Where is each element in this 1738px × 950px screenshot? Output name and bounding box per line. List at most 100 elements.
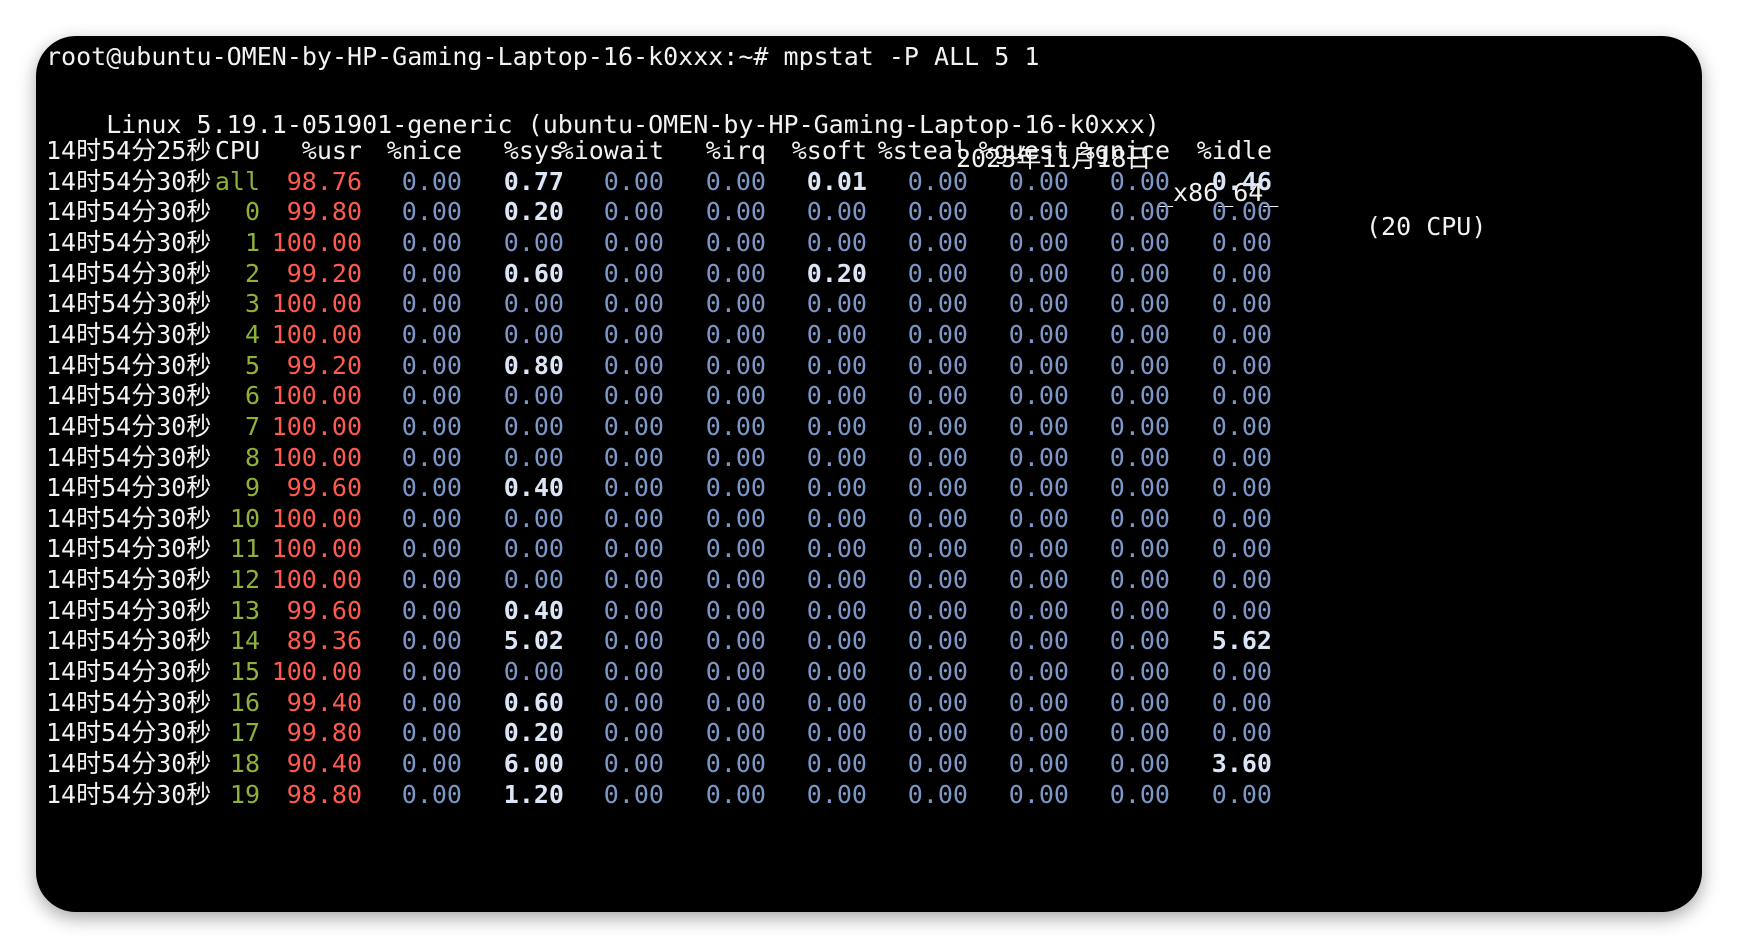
cell-irq: 0.00 bbox=[705, 595, 766, 625]
cell-soft: 0.00 bbox=[806, 411, 867, 441]
cell-steal: 0.00 bbox=[907, 442, 968, 472]
table-row: 14时54分30秒 18 90.40 0.00 6.00 0.00 0.00 0.00 0.00… bbox=[36, 747, 1636, 781]
cell-gnice: 0.00 bbox=[1109, 381, 1170, 411]
cell-idle: 3.60 bbox=[1211, 749, 1272, 778]
cell-iowait: 0.00 bbox=[603, 749, 664, 778]
cell-nice: 0.00 bbox=[401, 411, 462, 441]
cell-soft: 0.00 bbox=[806, 779, 867, 809]
cell-idle: 0.00 bbox=[1211, 687, 1272, 717]
cell-iowait: 0.00 bbox=[603, 595, 664, 625]
cell-usr: 99.60 bbox=[286, 595, 362, 625]
cell-guest: 0.00 bbox=[1008, 565, 1069, 595]
cell-steal: 0.00 bbox=[907, 595, 968, 625]
cell-usr: 89.36 bbox=[286, 626, 362, 656]
cell-soft: 0.00 bbox=[806, 749, 867, 778]
cell-guest: 0.00 bbox=[1008, 350, 1069, 380]
table-row: 14时54分30秒 7 100.00 0.00 0.00 0.00 0.00 0.00 0.00… bbox=[36, 410, 1636, 444]
cell-iowait: 0.00 bbox=[603, 534, 664, 564]
cell-iowait: 0.00 bbox=[603, 626, 664, 656]
table-header-nice: %nice bbox=[386, 136, 462, 165]
cell-cpu: 8 bbox=[244, 442, 260, 472]
cell-soft: 0.00 bbox=[806, 626, 867, 656]
cell-irq: 0.00 bbox=[705, 227, 766, 257]
cell-gnice: 0.00 bbox=[1109, 350, 1170, 380]
cell-cpu: 6 bbox=[244, 381, 260, 411]
cell-guest: 0.00 bbox=[1008, 503, 1069, 533]
cell-nice: 0.00 bbox=[401, 442, 462, 472]
cell-usr: 100.00 bbox=[271, 442, 362, 472]
table-header-soft: %soft bbox=[791, 136, 867, 165]
cell-idle: 0.00 bbox=[1211, 503, 1272, 533]
cell-cpu: 9 bbox=[244, 473, 260, 503]
cell-nice: 0.00 bbox=[401, 473, 462, 503]
cell-guest: 0.00 bbox=[1008, 319, 1069, 349]
cell-iowait: 0.00 bbox=[603, 227, 664, 257]
table-header-steal: %steal bbox=[877, 136, 968, 165]
cell-nice: 0.00 bbox=[401, 657, 462, 687]
cell-nice: 0.00 bbox=[401, 319, 462, 349]
cell-idle: 0.00 bbox=[1211, 473, 1272, 503]
cell-nice: 0.00 bbox=[401, 565, 462, 595]
cell-iowait: 0.00 bbox=[603, 718, 664, 748]
cell-iowait: 0.00 bbox=[603, 381, 664, 411]
cell-steal: 0.00 bbox=[907, 381, 968, 411]
cell-iowait: 0.00 bbox=[603, 503, 664, 533]
cell-iowait: 0.00 bbox=[603, 473, 664, 503]
cell-irq: 0.00 bbox=[705, 197, 766, 227]
cell-nice: 0.00 bbox=[401, 534, 462, 564]
table-row: 14时54分30秒 17 99.80 0.00 0.20 0.00 0.00 0.00 0.00… bbox=[36, 716, 1636, 750]
cell-soft: 0.00 bbox=[806, 289, 867, 319]
cell-irq: 0.00 bbox=[705, 258, 766, 288]
cell-cpu: 17 bbox=[229, 718, 260, 748]
cell-soft: 0.00 bbox=[806, 319, 867, 349]
table-row: 14时54分30秒 6 100.00 0.00 0.00 0.00 0.00 0.00 0.00… bbox=[36, 379, 1636, 413]
cell-steal: 0.00 bbox=[907, 718, 968, 748]
cell-cpu: 10 bbox=[229, 503, 260, 533]
cell-steal: 0.00 bbox=[907, 411, 968, 441]
cell-guest: 0.00 bbox=[1008, 657, 1069, 687]
cell-guest: 0.00 bbox=[1008, 595, 1069, 625]
cell-sys: 0.00 bbox=[503, 381, 564, 411]
cell-usr: 100.00 bbox=[271, 381, 362, 411]
cell-idle: 0.00 bbox=[1211, 411, 1272, 441]
cell-irq: 0.00 bbox=[705, 319, 766, 349]
cell-gnice: 0.00 bbox=[1109, 319, 1170, 349]
cell-cpu: 13 bbox=[229, 595, 260, 625]
cell-gnice: 0.00 bbox=[1109, 473, 1170, 503]
cell-sys: 0.40 bbox=[503, 473, 564, 503]
cell-irq: 0.00 bbox=[705, 687, 766, 717]
cell-guest: 0.00 bbox=[1008, 442, 1069, 472]
cell-sys: 0.00 bbox=[503, 289, 564, 319]
cell-guest: 0.00 bbox=[1008, 197, 1069, 227]
cell-guest: 0.00 bbox=[1008, 411, 1069, 441]
cell-cpu: 12 bbox=[229, 565, 260, 595]
cell-guest: 0.00 bbox=[1008, 687, 1069, 717]
table-header-irq: %irq bbox=[705, 136, 766, 165]
table-row: 14时54分30秒 16 99.40 0.00 0.60 0.00 0.00 0.00 0.00… bbox=[36, 686, 1636, 720]
table-header-usr: %usr bbox=[301, 136, 362, 165]
cell-soft: 0.00 bbox=[806, 534, 867, 564]
cell-iowait: 0.00 bbox=[603, 442, 664, 472]
cell-gnice: 0.00 bbox=[1109, 227, 1170, 257]
cell-steal: 0.00 bbox=[907, 166, 968, 196]
cell-irq: 0.00 bbox=[705, 473, 766, 503]
cell-steal: 0.00 bbox=[907, 289, 968, 319]
cell-guest: 0.00 bbox=[1008, 626, 1069, 656]
cell-gnice: 0.00 bbox=[1109, 595, 1170, 625]
cell-steal: 0.00 bbox=[907, 534, 968, 564]
cell-usr: 99.20 bbox=[286, 258, 362, 288]
cell-gnice: 0.00 bbox=[1109, 534, 1170, 564]
cell-irq: 0.00 bbox=[705, 749, 766, 778]
cell-gnice: 0.00 bbox=[1109, 626, 1170, 656]
cell-idle: 0.00 bbox=[1211, 258, 1272, 288]
cell-nice: 0.00 bbox=[401, 687, 462, 717]
cell-sys: 0.77 bbox=[503, 166, 564, 196]
cell-soft: 0.00 bbox=[806, 503, 867, 533]
table-row: 14时54分30秒 19 98.80 0.00 1.20 0.00 0.00 0.00 0.00… bbox=[36, 778, 1636, 812]
cell-steal: 0.00 bbox=[907, 687, 968, 717]
table-row: 14时54分30秒 all 98.76 0.00 0.77 0.00 0.00 0.01 0.0… bbox=[36, 165, 1636, 199]
cell-cpu: 1 bbox=[244, 227, 260, 257]
cell-irq: 0.00 bbox=[705, 381, 766, 411]
terminal-window[interactable]: root@ubuntu-OMEN-by-HP-Gaming-Laptop-16-… bbox=[36, 36, 1702, 912]
cell-irq: 0.00 bbox=[705, 442, 766, 472]
